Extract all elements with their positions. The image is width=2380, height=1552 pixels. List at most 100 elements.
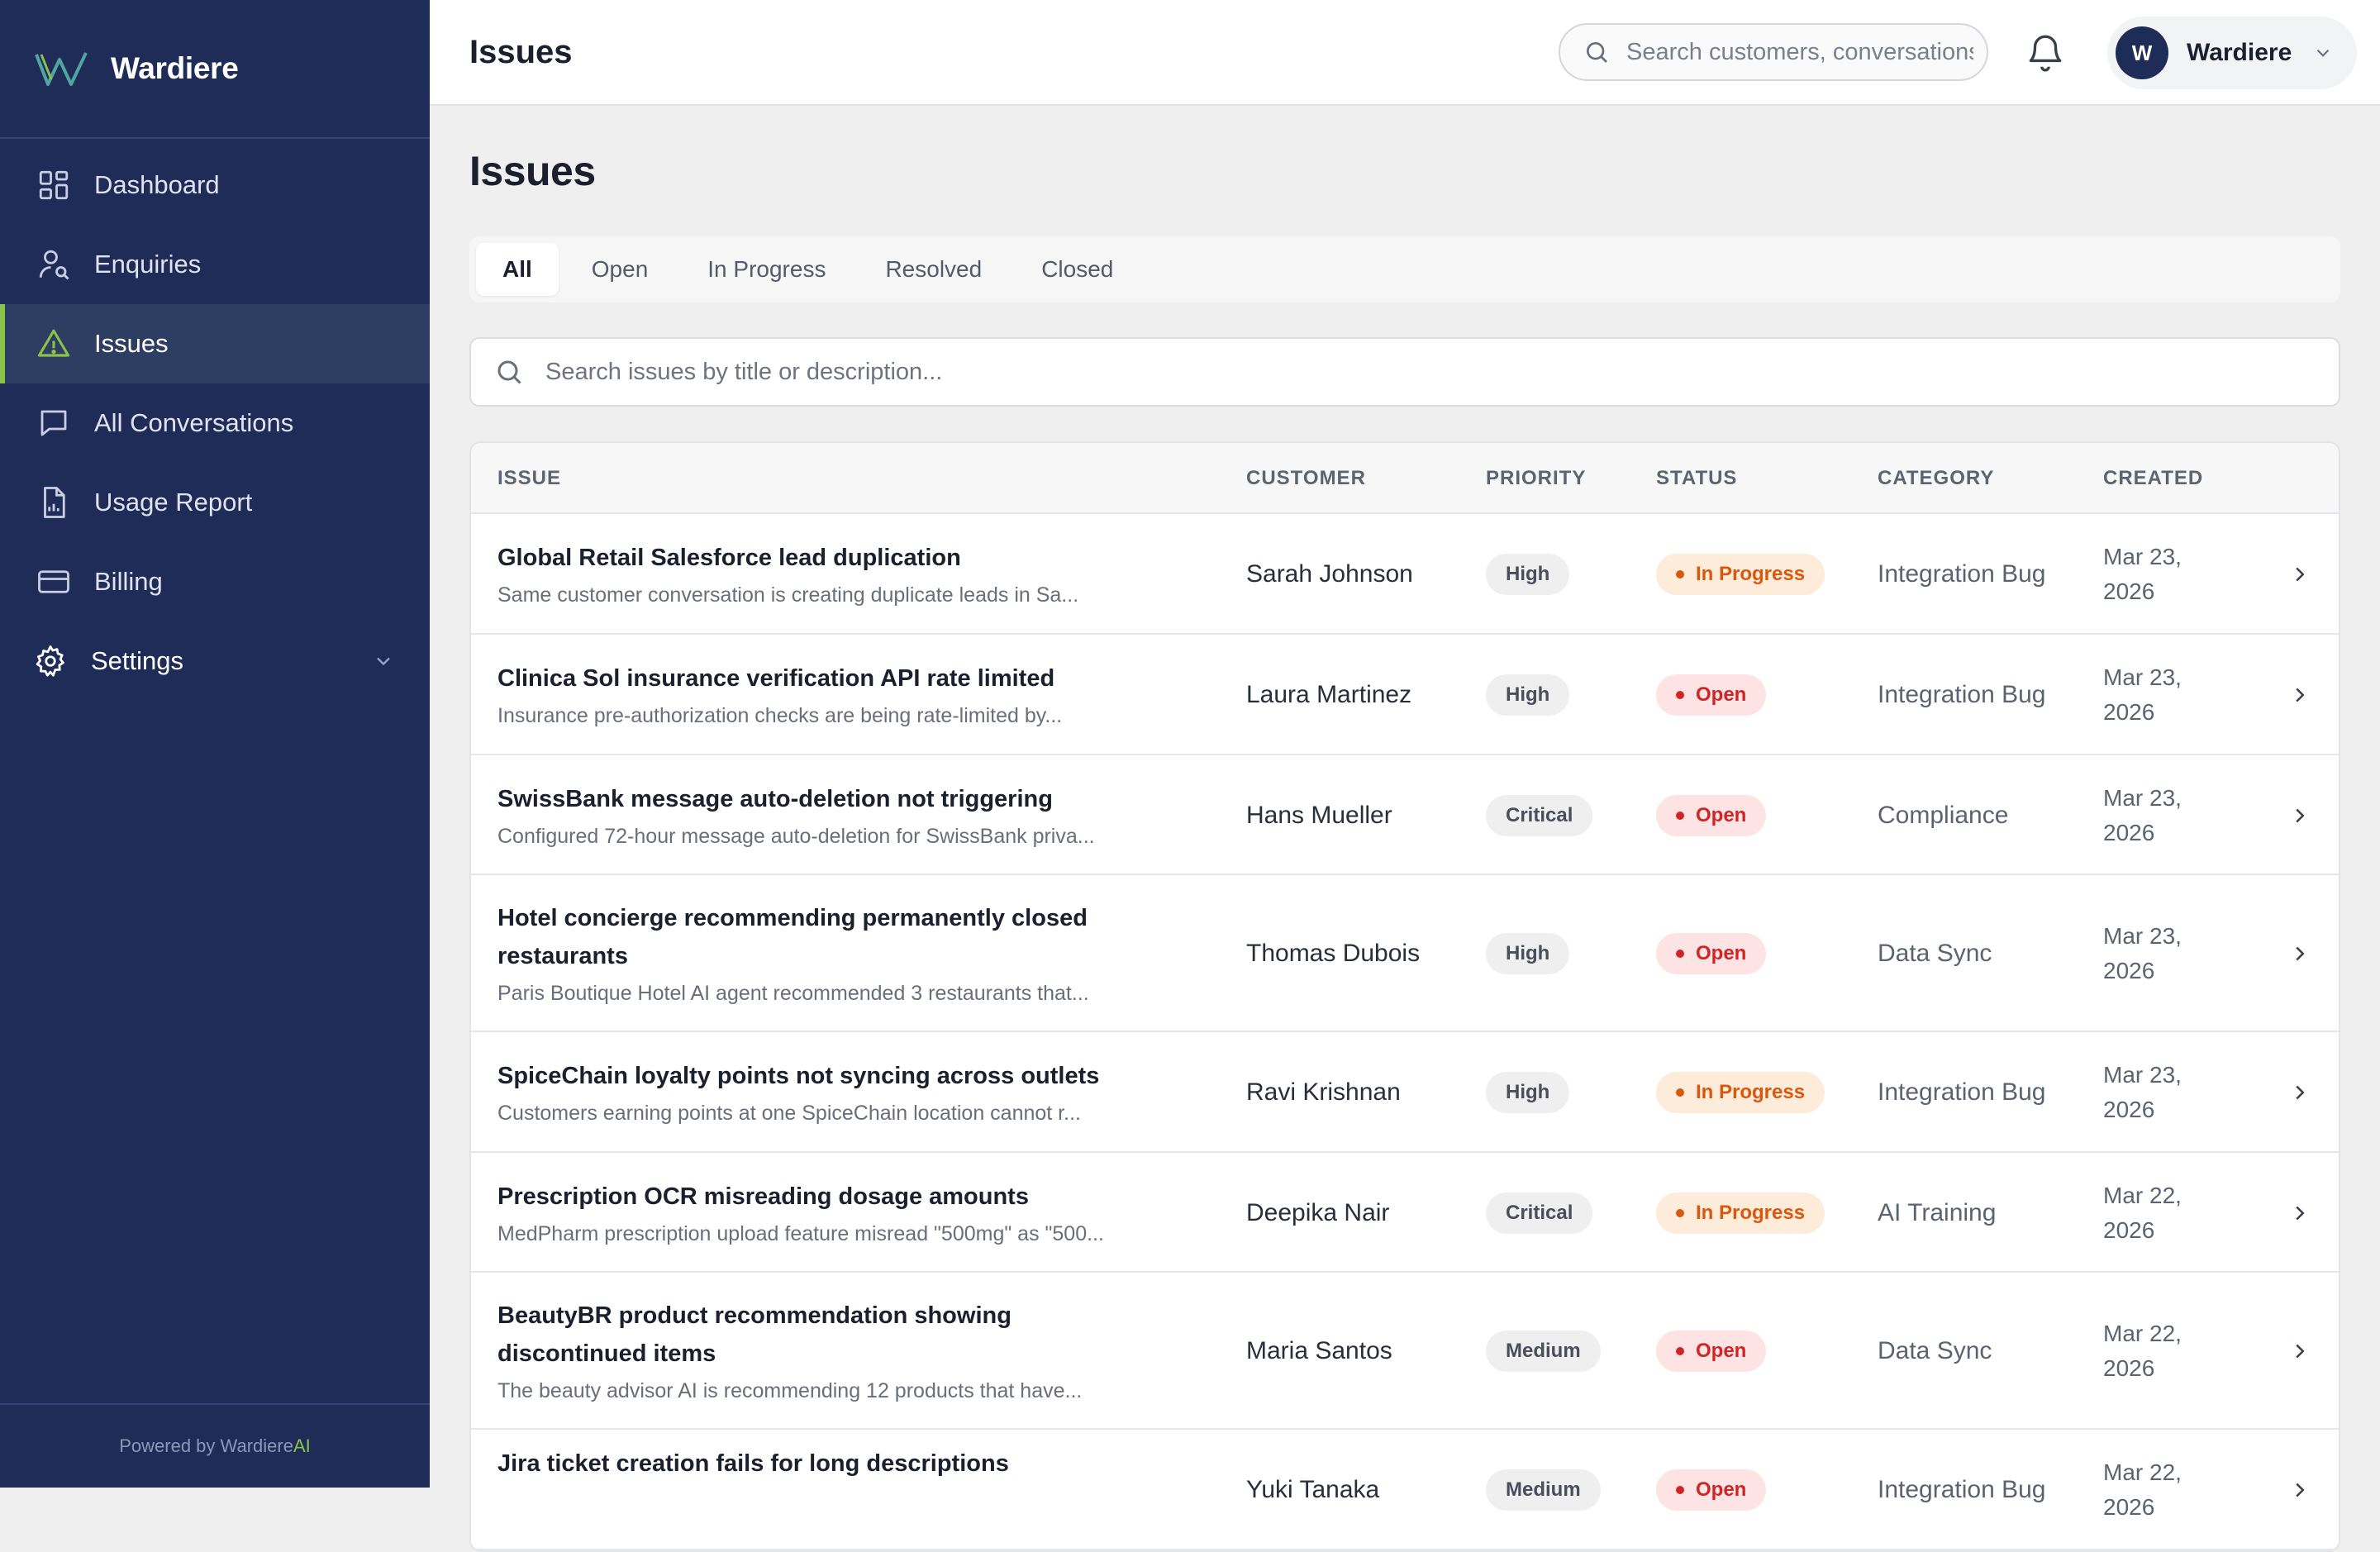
sidebar-item-all-conversations[interactable]: All Conversations: [0, 383, 430, 463]
sidebar-item-dashboard[interactable]: Dashboard: [0, 145, 430, 225]
row-open-button[interactable]: [2287, 755, 2312, 875]
user-menu[interactable]: W Wardiere: [2107, 17, 2357, 89]
sidebar-item-enquiries[interactable]: Enquiries: [0, 225, 430, 304]
warning-triangle-icon: [37, 329, 70, 357]
priority-badge: High: [1486, 1072, 1570, 1113]
category: Integration Bug: [1878, 1476, 2046, 1503]
table-row[interactable]: Global Retail Salesforce lead duplicatio…: [471, 514, 2339, 635]
category: Integration Bug: [1878, 681, 2046, 708]
avatar: W: [2116, 26, 2168, 79]
brand[interactable]: Wardiere: [0, 0, 430, 139]
tab-in-progress[interactable]: In Progress: [681, 243, 852, 296]
sidebar-item-billing[interactable]: Billing: [0, 542, 430, 621]
created-date: Mar 22, 2026: [2103, 1273, 2211, 1430]
status-cell: In Progress: [1656, 1153, 1825, 1273]
global-search[interactable]: [1559, 23, 1988, 81]
column-header-category[interactable]: CATEGORY: [1878, 443, 1994, 514]
row-open-button[interactable]: [2287, 1430, 2312, 1550]
column-header-priority[interactable]: PRIORITY: [1486, 443, 1586, 514]
tab-closed[interactable]: Closed: [1015, 243, 1140, 296]
issue-description: MedPharm prescription upload feature mis…: [497, 1221, 1104, 1245]
table-row[interactable]: SwissBank message auto-deletion not trig…: [471, 755, 2339, 875]
global-search-input[interactable]: [1626, 38, 1973, 66]
column-header-created[interactable]: CREATED: [2103, 443, 2203, 514]
category: Integration Bug: [1878, 1078, 2046, 1106]
issue-description: Configured 72-hour message auto-deletion…: [497, 824, 1095, 848]
table-row[interactable]: Hotel concierge recommending permanently…: [471, 875, 2339, 1032]
issue-title: Hotel concierge recommending permanently…: [497, 905, 1088, 969]
column-header-status[interactable]: STATUS: [1656, 443, 1737, 514]
row-open-button[interactable]: [2287, 514, 2312, 635]
customer-name: Thomas Dubois: [1246, 940, 1421, 967]
issue-search[interactable]: [469, 337, 2340, 407]
user-search-icon: [39, 250, 69, 280]
status-badge: Open: [1656, 933, 1767, 974]
row-open-button[interactable]: [2287, 875, 2312, 1032]
priority-cell: High: [1486, 1032, 1570, 1153]
footer-ai-suffix: AI: [293, 1435, 311, 1456]
created-date-line1: Mar 23,: [2103, 923, 2182, 949]
table-row[interactable]: Jira ticket creation fails for long desc…: [471, 1430, 2339, 1550]
tab-resolved[interactable]: Resolved: [859, 243, 1008, 296]
status-cell: Open: [1656, 1273, 1767, 1430]
row-open-button[interactable]: [2287, 1032, 2312, 1153]
top-header: Issues W Wardiere: [430, 0, 2380, 106]
status-cell: In Progress: [1656, 514, 1825, 635]
created-date-line1: Mar 23,: [2103, 1062, 2182, 1088]
category: Data Sync: [1878, 1337, 1992, 1364]
header-title: Issues: [469, 33, 573, 70]
row-open-button[interactable]: [2287, 1273, 2312, 1430]
customer-name: Deepika Nair: [1246, 1198, 1390, 1226]
tab-open[interactable]: Open: [565, 243, 675, 296]
column-header-issue[interactable]: ISSUE: [497, 443, 561, 514]
created-date-line2: 2026: [2103, 958, 2155, 983]
table-row[interactable]: BeautyBR product recommendation showing …: [471, 1273, 2339, 1430]
priority-cell: Medium: [1486, 1430, 1601, 1550]
brand-name: Wardiere: [111, 51, 239, 85]
created-date-line2: 2026: [2103, 819, 2155, 845]
customer-name: Sarah Johnson: [1246, 560, 1413, 588]
issue-cell: BeautyBR product recommendation showing …: [497, 1273, 1175, 1430]
created-date-line2: 2026: [2103, 1097, 2155, 1122]
sidebar-item-label: Issues: [94, 329, 169, 358]
chevron-down-icon[interactable]: [372, 650, 395, 673]
chevron-right-icon: [2296, 688, 2305, 702]
tab-all[interactable]: All: [476, 243, 559, 296]
issue-title: Prescription OCR misreading dosage amoun…: [497, 1183, 1029, 1210]
sidebar-nav: Dashboard Enquiries Issues All Conversat…: [0, 139, 430, 701]
priority-badge: Critical: [1486, 1192, 1593, 1234]
issue-cell: SpiceChain loyalty points not syncing ac…: [497, 1032, 1175, 1153]
table-row[interactable]: Clinica Sol insurance verification API r…: [471, 635, 2339, 755]
sidebar-item-settings[interactable]: Settings: [0, 621, 430, 701]
credit-card-icon: [38, 570, 69, 593]
status-badge: In Progress: [1656, 554, 1825, 595]
row-open-button[interactable]: [2287, 1153, 2312, 1273]
chevron-right-icon: [2296, 1483, 2305, 1497]
created-date: Mar 22, 2026: [2103, 1153, 2211, 1273]
issue-title: SpiceChain loyalty points not syncing ac…: [497, 1063, 1100, 1089]
category: Data Sync: [1878, 940, 1992, 967]
priority-badge: High: [1486, 933, 1570, 974]
priority-badge: Medium: [1486, 1331, 1601, 1372]
created-date: Mar 23, 2026: [2103, 755, 2211, 875]
priority-cell: High: [1486, 514, 1570, 635]
sidebar-item-usage-report[interactable]: Usage Report: [0, 463, 430, 542]
column-header-customer[interactable]: CUSTOMER: [1246, 443, 1366, 514]
status-cell: Open: [1656, 635, 1767, 755]
table-row[interactable]: SpiceChain loyalty points not syncing ac…: [471, 1032, 2339, 1153]
created-date-line1: Mar 23,: [2103, 664, 2182, 690]
status-cell: Open: [1656, 875, 1767, 1032]
chevron-right-icon: [2296, 1344, 2305, 1359]
sidebar-item-issues[interactable]: Issues: [0, 304, 430, 383]
created-date-line1: Mar 23,: [2103, 784, 2182, 811]
notification-bell-icon[interactable]: [2025, 31, 2066, 73]
issue-search-input[interactable]: [545, 358, 2198, 386]
priority-cell: Critical: [1486, 1153, 1593, 1273]
status-cell: Open: [1656, 1430, 1767, 1550]
table-row[interactable]: Prescription OCR misreading dosage amoun…: [471, 1153, 2339, 1273]
row-open-button[interactable]: [2287, 635, 2312, 755]
sidebar-item-label: Settings: [91, 646, 184, 675]
customer-name: Hans Mueller: [1246, 801, 1392, 829]
page-title: Issues: [469, 148, 596, 194]
dashboard-grid-icon: [39, 170, 69, 200]
